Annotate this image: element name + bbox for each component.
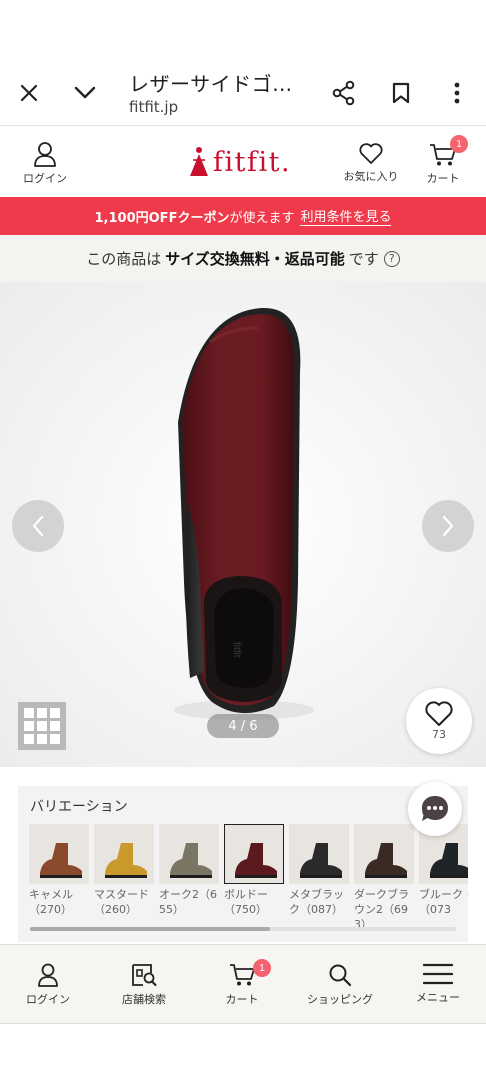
chat-button[interactable] xyxy=(408,782,462,836)
variation-thumbnail xyxy=(29,824,89,884)
bottom-nav-store-search-label: 店舗検索 xyxy=(122,993,166,1006)
product-image: fitfit xyxy=(0,282,486,767)
share-icon[interactable] xyxy=(328,76,360,110)
chat-icon xyxy=(422,796,448,821)
variation-title: バリエーション xyxy=(30,799,128,815)
variation-item[interactable]: オーク2（655） xyxy=(159,824,219,932)
user-icon xyxy=(34,142,56,167)
bottom-nav-login[interactable]: ログイン xyxy=(3,963,93,1007)
variation-list: キャメル（270） マスタード（260） オーク2（655） ボルドー（750） メタブ… xyxy=(29,824,468,932)
exchange-prefix: この商品は xyxy=(86,250,162,268)
coupon-amount: 1,100円OFFクーポン xyxy=(94,210,230,226)
variation-scrollbar[interactable] xyxy=(30,927,456,931)
bottom-cart-count-badge: 1 xyxy=(253,959,271,977)
grid-view-icon[interactable] xyxy=(18,702,66,750)
bottom-nav-cart-label: カート xyxy=(225,993,259,1006)
variation-thumbnail xyxy=(224,824,284,884)
bottom-navigation: ログイン 店舗検索 カート 1 ショッピング メニュー xyxy=(0,944,486,1024)
variation-item[interactable]: メタブラック（087） xyxy=(289,824,349,932)
next-image-button[interactable] xyxy=(422,500,474,552)
search-icon xyxy=(329,964,352,987)
page-url: fitfit.jp xyxy=(129,98,179,116)
variation-item[interactable]: ブルーク ー（073 xyxy=(419,824,468,932)
variation-thumbnail xyxy=(159,824,219,884)
chevron-left-icon xyxy=(32,515,44,537)
variation-name: ダークブラウン2（693） xyxy=(354,888,409,931)
coupon-terms-link[interactable]: 利用条件を見る xyxy=(300,206,392,226)
variation-thumbnail xyxy=(289,824,349,884)
previous-image-button[interactable] xyxy=(12,500,64,552)
variation-thumbnail xyxy=(354,824,414,884)
header-login-button[interactable]: ログイン xyxy=(14,127,76,197)
free-exchange-notice[interactable]: この商品は サイズ交換無料・返品可能 です ? xyxy=(0,235,486,282)
favorite-count: 73 xyxy=(432,728,446,741)
bottom-nav-menu[interactable]: メニュー xyxy=(393,963,483,1005)
image-counter: 4 / 6 xyxy=(207,714,279,738)
browser-toolbar: レザーサイドゴ… fitfit.jp xyxy=(0,0,486,126)
menu-icon xyxy=(423,963,453,985)
chevron-down-icon[interactable] xyxy=(68,76,102,110)
variation-name: オーク2（655） xyxy=(159,888,217,916)
header-favorites-button[interactable]: お気に入り xyxy=(336,127,406,197)
exchange-suffix: です xyxy=(348,250,379,268)
close-icon[interactable] xyxy=(12,76,46,110)
coupon-banner[interactable]: 1,100円OFFクーポン が使えます 利用条件を見る xyxy=(0,197,486,235)
favorites-label: お気に入り xyxy=(343,170,399,183)
variation-name: ブルーク ー（073 xyxy=(419,888,468,916)
store-search-icon xyxy=(132,964,157,986)
cart-icon xyxy=(230,964,255,986)
logo-figure-icon xyxy=(190,147,208,176)
svg-text:fitfit: fitfit xyxy=(231,642,242,658)
heart-icon xyxy=(359,143,383,164)
user-icon xyxy=(38,963,58,987)
logo-text: fitfit. xyxy=(213,146,292,178)
heart-icon xyxy=(425,701,453,726)
bottom-nav-shopping-label: ショッピング xyxy=(307,993,373,1006)
variation-name: ボルドー（750） xyxy=(224,888,268,916)
variation-item[interactable]: ボルドー（750） xyxy=(224,824,284,932)
variation-name: キャメル（270） xyxy=(29,888,73,916)
exchange-bold-text: サイズ交換無料・返品可能 xyxy=(165,250,345,268)
variation-thumbnail xyxy=(94,824,154,884)
login-label: ログイン xyxy=(23,172,67,185)
more-options-icon[interactable] xyxy=(442,76,472,110)
variation-item[interactable]: マスタード（260） xyxy=(94,824,154,932)
variation-item[interactable]: キャメル（270） xyxy=(29,824,89,932)
variation-item[interactable]: ダークブラウン2（693） xyxy=(354,824,414,932)
cart-count-badge: 1 xyxy=(450,135,468,153)
variation-name: メタブラック（087） xyxy=(289,888,344,916)
bottom-nav-menu-label: メニュー xyxy=(416,991,460,1004)
chevron-right-icon xyxy=(442,515,454,537)
bookmark-icon[interactable] xyxy=(385,76,417,110)
help-icon[interactable]: ? xyxy=(383,250,400,267)
bottom-nav-store-search[interactable]: 店舗検索 xyxy=(99,963,189,1007)
page-title: レザーサイドゴ… xyxy=(129,72,293,96)
bottom-nav-cart[interactable]: カート 1 xyxy=(197,959,287,1007)
product-image-gallery[interactable]: fitfit 4 / 6 73 xyxy=(0,282,486,767)
header-cart-button[interactable]: カート 1 xyxy=(414,127,472,197)
fitfit-logo[interactable]: fitfit. xyxy=(188,142,291,182)
bottom-nav-login-label: ログイン xyxy=(26,993,70,1006)
bottom-nav-shopping[interactable]: ショッピング xyxy=(295,963,385,1007)
coupon-text: が使えます xyxy=(229,210,295,226)
favorite-button[interactable]: 73 xyxy=(406,688,472,754)
variation-name: マスタード（260） xyxy=(94,888,149,916)
cart-label: カート xyxy=(426,172,460,185)
variation-panel: バリエーション キャメル（270） マスタード（260） オーク2（655） ボルドー… xyxy=(18,786,468,942)
